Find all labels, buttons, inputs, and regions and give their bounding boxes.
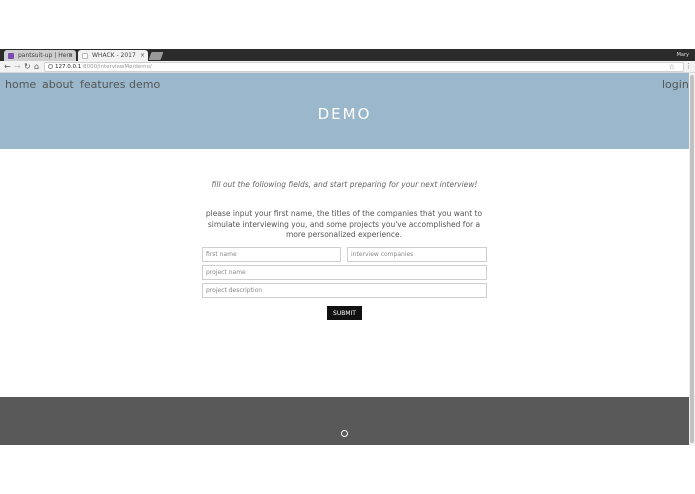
project-name-input[interactable] — [202, 265, 487, 280]
tab-label: pantsuit-up | Hero — [18, 52, 73, 59]
back-icon[interactable]: ← — [4, 62, 11, 72]
scrollbar-thumb[interactable] — [690, 75, 694, 443]
page-title: DEMO — [317, 105, 372, 123]
info-icon[interactable] — [48, 64, 53, 69]
footer — [0, 397, 689, 445]
hero-banner: home about features demo login DEMO — [0, 73, 689, 149]
nav-features-link[interactable]: features — [80, 78, 125, 91]
tab-pantsuit-up[interactable]: pantsuit-up | Hero × — [4, 50, 76, 61]
nav-home-link[interactable]: home — [5, 78, 36, 91]
url-path: :8000/interviewMe/demo/ — [81, 64, 152, 70]
tab-favicon-icon — [8, 53, 14, 59]
profile-name[interactable]: Mary — [677, 50, 689, 60]
tab-strip: pantsuit-up | Hero × WHACK - 2017 × Mary — [0, 49, 695, 61]
nav-about-link[interactable]: about — [42, 78, 74, 91]
bottom-band — [0, 445, 695, 494]
browser-toolbar: ← → ↻ ⌂ 127.0.0.1:8000/interviewMe/demo/… — [0, 61, 695, 73]
menu-icon[interactable]: ⋮ — [685, 62, 692, 70]
submit-button[interactable]: SUBMIT — [327, 306, 362, 320]
page-viewport: home about features demo login DEMO fill… — [0, 73, 689, 445]
tab-favicon-icon — [82, 53, 88, 59]
forward-icon[interactable]: → — [14, 62, 21, 72]
project-description-input[interactable] — [202, 283, 487, 298]
nav-demo-link[interactable]: demo — [129, 78, 160, 91]
intro-text: fill out the following fields, and start… — [211, 180, 478, 189]
address-bar[interactable]: 127.0.0.1:8000/interviewMe/demo/ ☆ — [44, 62, 684, 72]
close-icon[interactable]: × — [68, 50, 73, 61]
tab-label: WHACK - 2017 — [92, 52, 136, 59]
instructions-text: please input your first name, the titles… — [205, 209, 483, 239]
github-icon[interactable] — [341, 430, 348, 437]
url-host: 127.0.0.1 — [55, 64, 82, 70]
close-icon[interactable]: × — [140, 50, 145, 61]
top-band — [0, 0, 695, 49]
bookmark-star-icon[interactable]: ☆ — [669, 63, 675, 71]
reload-icon[interactable]: ↻ — [24, 62, 31, 72]
nav-login-link[interactable]: login — [662, 78, 689, 91]
tab-whack[interactable]: WHACK - 2017 × — [78, 50, 148, 61]
scrollbar[interactable] — [689, 73, 695, 445]
interview-companies-input[interactable] — [347, 247, 487, 262]
first-name-input[interactable] — [202, 247, 341, 262]
home-icon[interactable]: ⌂ — [34, 62, 39, 72]
new-tab-button[interactable] — [148, 52, 164, 60]
